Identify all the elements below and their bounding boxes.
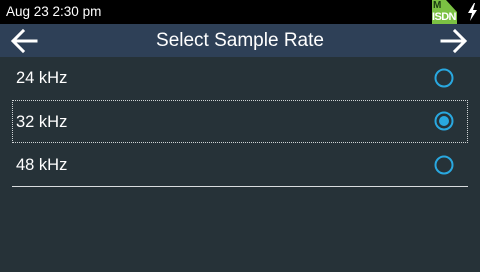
isdn-badge-label: ISDN bbox=[432, 11, 456, 23]
arrow-right-icon bbox=[440, 28, 468, 54]
isdn-badge-mode: M bbox=[433, 0, 442, 11]
page-title: Select Sample Rate bbox=[156, 30, 324, 51]
sample-rate-option-24khz[interactable]: 24 kHz bbox=[12, 57, 468, 100]
list-divider bbox=[12, 186, 468, 187]
status-datetime: Aug 23 2:30 pm bbox=[6, 4, 102, 19]
option-label: 48 kHz bbox=[16, 156, 68, 174]
option-label: 24 kHz bbox=[16, 69, 68, 87]
next-button[interactable] bbox=[439, 26, 469, 56]
isdn-badge: M ISDN bbox=[432, 0, 457, 24]
radio-unselected-icon[interactable] bbox=[434, 68, 454, 88]
lightning-bolt-icon bbox=[468, 3, 477, 21]
sample-rate-option-32khz[interactable]: 32 kHz bbox=[12, 100, 468, 143]
header-bar: Select Sample Rate bbox=[0, 24, 480, 57]
option-label: 32 kHz bbox=[16, 113, 68, 131]
sample-rate-option-48khz[interactable]: 48 kHz bbox=[12, 144, 468, 187]
radio-selected-icon[interactable] bbox=[434, 111, 454, 131]
radio-unselected-icon[interactable] bbox=[434, 155, 454, 175]
status-bar: Aug 23 2:30 pm M ISDN bbox=[0, 0, 480, 24]
